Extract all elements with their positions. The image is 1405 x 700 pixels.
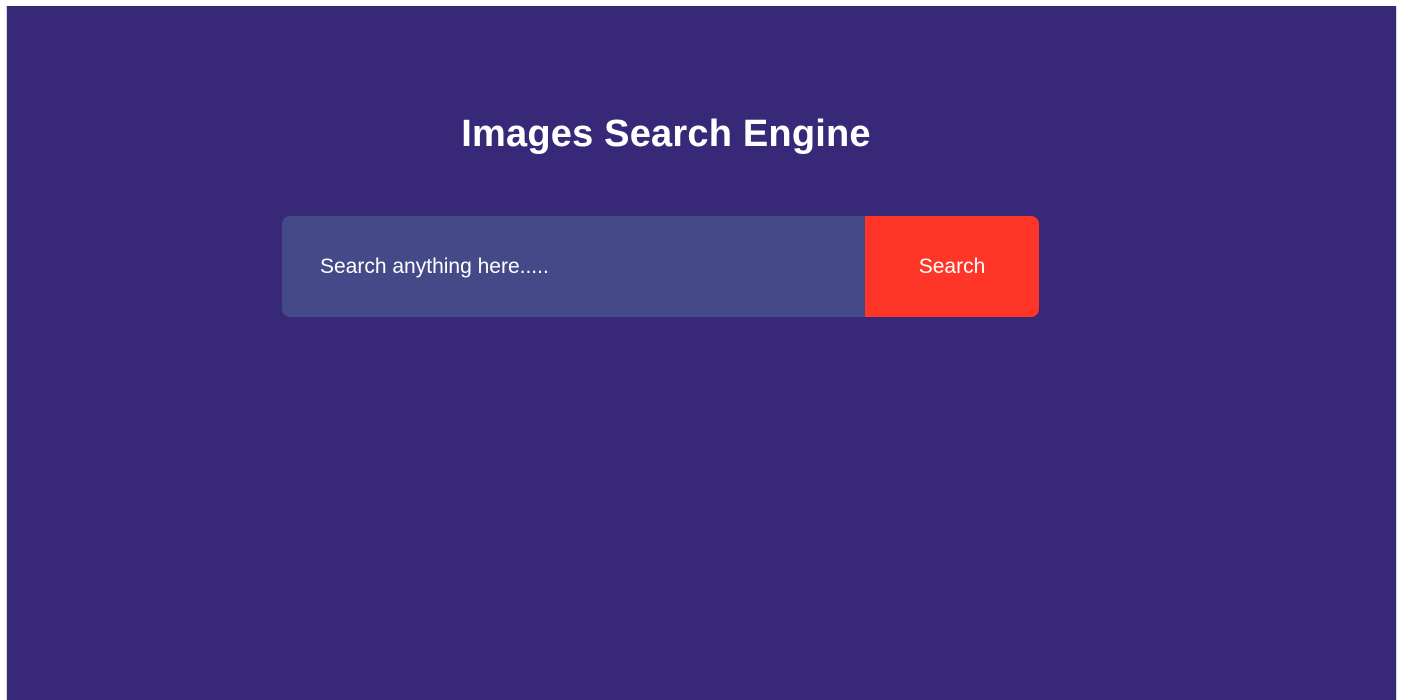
app-container: Images Search Engine Search xyxy=(6,6,1397,700)
search-form: Search xyxy=(282,216,1039,317)
page-title: Images Search Engine xyxy=(461,113,871,155)
search-input[interactable] xyxy=(282,216,865,317)
search-button[interactable]: Search xyxy=(865,216,1039,317)
